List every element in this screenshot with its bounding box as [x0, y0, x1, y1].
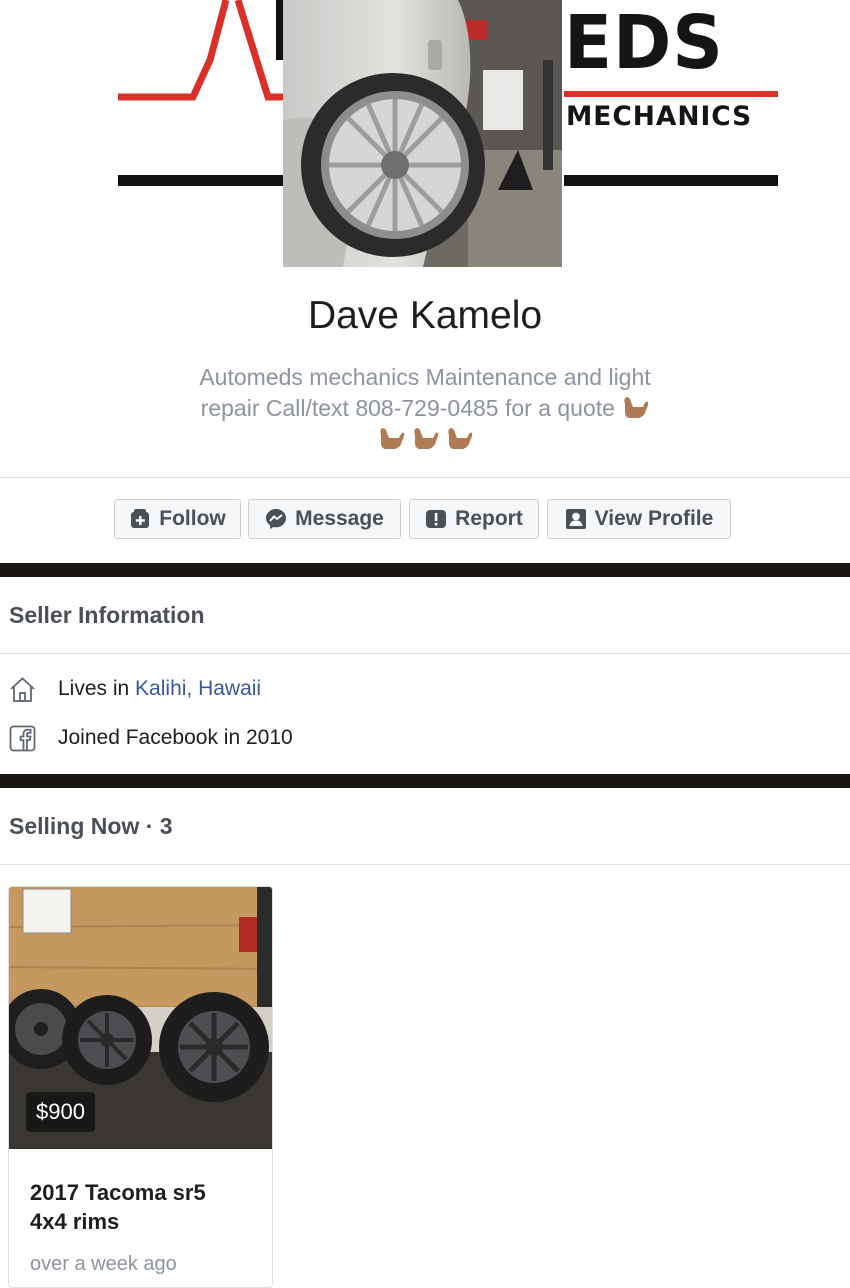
listing-card[interactable]: $900 2017 Tacoma sr5 4x4 rims over a wee…	[8, 886, 273, 1288]
listing-price: $900	[26, 1092, 95, 1132]
profile-actions: Follow Message Report View Profile	[0, 499, 850, 541]
divider	[0, 477, 850, 478]
divider	[0, 653, 850, 654]
listing-photo[interactable]: $900	[9, 887, 272, 1149]
follow-icon	[131, 509, 150, 528]
profile-name: Dave Kamelo	[307, 294, 543, 337]
cover-logo-left	[118, 0, 288, 190]
location-link[interactable]: Kalihi, Hawaii	[135, 677, 261, 701]
seller-info-title: Seller Information	[9, 602, 205, 628]
shaka-hand-icon	[414, 428, 439, 449]
lives-in-row: Lives in Kalihi, Hawaii	[9, 674, 261, 704]
messenger-icon	[266, 509, 287, 529]
joined-row: Joined Facebook in 2010	[9, 723, 293, 753]
bio-emoji-row	[150, 424, 700, 455]
shaka-hand-icon	[624, 397, 649, 418]
bio-line-1: Automeds mechanics Maintenance and light	[199, 364, 651, 390]
shaka-hand-icon	[379, 428, 404, 449]
profile-bio: Automeds mechanics Maintenance and light…	[150, 362, 700, 455]
cover-logo-right: EDS MECHANICS	[562, 0, 782, 190]
home-icon	[10, 676, 35, 702]
logo-word-eds: EDS	[564, 0, 724, 86]
listing-title[interactable]: 2017 Tacoma sr5 4x4 rims	[30, 1178, 240, 1236]
bio-line-2: repair Call/text 808-729-0485 for a quot…	[150, 393, 700, 424]
section-separator	[0, 563, 850, 577]
logo-word-mechanics: MECHANICS	[566, 101, 753, 132]
listing-time: over a week ago	[30, 1253, 177, 1275]
message-button[interactable]: Message	[248, 499, 401, 539]
report-button[interactable]: Report	[409, 499, 539, 539]
cover-area: EDS MECHANICS	[0, 0, 850, 270]
profile-photo[interactable]	[283, 0, 562, 267]
selling-now-title: Selling Now · 3	[9, 813, 173, 839]
report-icon	[426, 510, 447, 528]
section-separator	[0, 774, 850, 788]
profile-icon	[565, 509, 586, 529]
shaka-hand-icon	[448, 428, 473, 449]
view-profile-button[interactable]: View Profile	[547, 499, 731, 539]
follow-button[interactable]: Follow	[114, 499, 241, 539]
divider	[0, 864, 850, 865]
facebook-icon	[9, 725, 36, 751]
